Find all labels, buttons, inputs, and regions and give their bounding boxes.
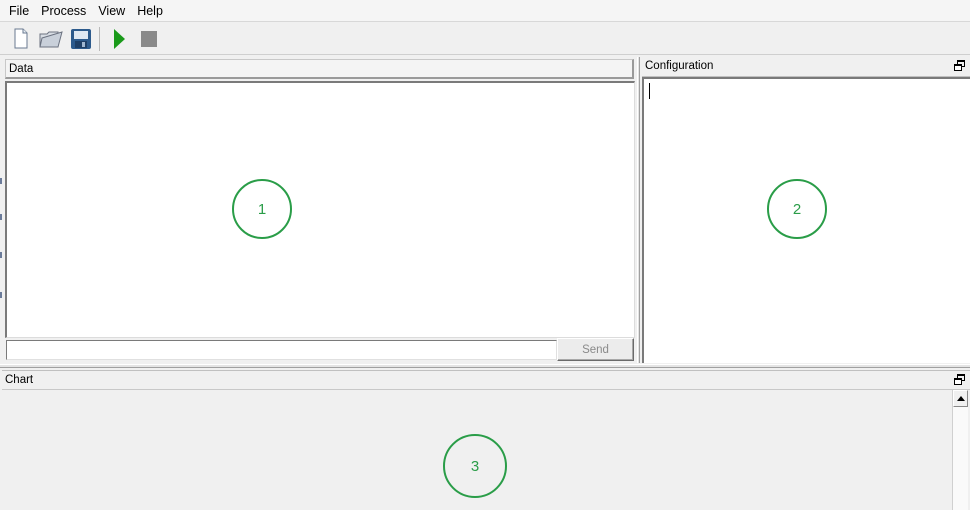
edge-fragment <box>0 292 2 298</box>
stop-button[interactable] <box>134 25 164 53</box>
menu-file[interactable]: File <box>3 0 35 22</box>
configuration-panel-title: Configuration <box>645 60 714 72</box>
new-file-button[interactable] <box>6 25 36 53</box>
chart-panel-title: Chart <box>5 374 34 386</box>
chart-panel-header: Chart <box>2 370 970 390</box>
data-panel-title: Data <box>9 63 34 75</box>
edge-fragment <box>0 252 2 258</box>
menu-help[interactable]: Help <box>131 0 169 22</box>
application-window: File Process View Help Data Send Configu… <box>0 0 970 510</box>
annotation-marker-2: 2 <box>767 179 827 239</box>
edge-fragment <box>0 178 2 184</box>
menu-bar: File Process View Help <box>0 0 970 22</box>
send-button[interactable]: Send <box>557 338 634 361</box>
annotation-marker-1: 1 <box>232 179 292 239</box>
new-file-icon <box>14 28 28 48</box>
toolbar <box>0 23 970 55</box>
data-panel-header: Data <box>5 59 634 79</box>
run-button[interactable] <box>104 25 134 53</box>
scroll-up-button[interactable] <box>953 390 968 407</box>
marker-label: 2 <box>792 200 802 218</box>
annotation-marker-3: 3 <box>443 434 507 498</box>
menu-process[interactable]: Process <box>35 0 92 22</box>
chart-scrollbar[interactable] <box>952 390 968 510</box>
data-text-area[interactable] <box>5 81 635 338</box>
marker-label: 3 <box>470 457 480 475</box>
menu-view[interactable]: View <box>92 0 131 22</box>
save-disk-icon <box>71 28 91 49</box>
edge-fragment <box>0 214 2 220</box>
text-caret <box>649 83 650 99</box>
play-icon <box>114 28 125 49</box>
save-button[interactable] <box>66 25 96 53</box>
open-button[interactable] <box>36 25 66 53</box>
vertical-splitter[interactable] <box>637 57 640 363</box>
send-input[interactable] <box>6 340 557 360</box>
stop-icon <box>141 30 157 47</box>
arrow-up-icon <box>956 396 965 401</box>
configuration-panel-header: Configuration <box>642 57 970 77</box>
restore-window-icon[interactable] <box>954 374 965 385</box>
open-folder-icon <box>39 30 63 47</box>
marker-label: 1 <box>257 200 267 218</box>
toolbar-separator <box>99 26 100 51</box>
restore-window-icon[interactable] <box>954 60 965 71</box>
horizontal-splitter[interactable] <box>0 364 970 368</box>
